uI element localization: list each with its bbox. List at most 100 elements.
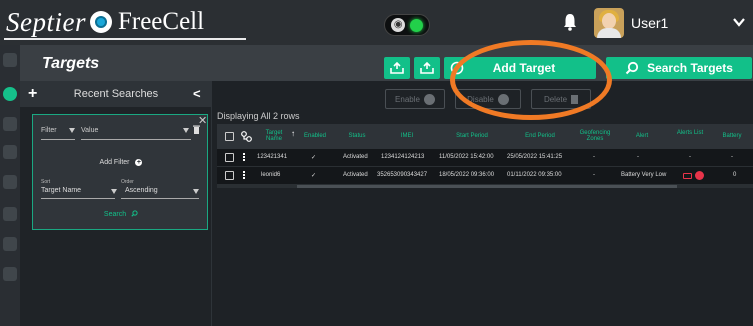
export-icon bbox=[420, 62, 434, 74]
settings-icon[interactable] bbox=[3, 237, 17, 251]
col-start-period[interactable]: Start Period bbox=[439, 133, 505, 139]
plus-circle-icon: + bbox=[135, 159, 143, 166]
col-imei[interactable]: IMEI bbox=[377, 133, 437, 139]
col-status[interactable]: Status bbox=[337, 133, 377, 139]
cell-target-name: leonid6 bbox=[261, 172, 281, 178]
col-target-name[interactable]: Target Name bbox=[261, 130, 287, 142]
cell-target-name: 123421341 bbox=[257, 154, 288, 160]
no-entry-icon[interactable] bbox=[695, 171, 704, 180]
order-label: Order bbox=[121, 179, 134, 185]
horizontal-scrollbar[interactable] bbox=[217, 185, 753, 188]
cell-status: Activated bbox=[343, 172, 368, 178]
search-targets-label: Search Targets bbox=[647, 61, 733, 75]
online-status-dot bbox=[409, 18, 423, 32]
import-icon bbox=[390, 62, 404, 74]
nav-icon-8[interactable] bbox=[3, 267, 17, 281]
battery-alert-icon bbox=[683, 173, 692, 179]
cell-geofencing-zones: - bbox=[593, 172, 595, 178]
row-count-text: Displaying All 2 rows bbox=[217, 111, 300, 121]
cell-enabled: ✓ bbox=[311, 155, 317, 161]
collapse-panel-chevron-icon[interactable]: < bbox=[193, 86, 201, 101]
cell-imei: 1234124124213 bbox=[381, 154, 425, 160]
row-menu-icon[interactable] bbox=[243, 153, 246, 162]
cell-alert: - bbox=[637, 154, 639, 160]
user-avatar[interactable] bbox=[594, 8, 624, 38]
username-label[interactable]: User1 bbox=[631, 15, 668, 31]
row-menu-icon[interactable] bbox=[243, 171, 246, 180]
nav-icon-5[interactable] bbox=[3, 175, 17, 189]
col-alerts-list[interactable]: Alerts List bbox=[675, 130, 705, 136]
targets-nav-icon[interactable] bbox=[3, 87, 17, 101]
table-row[interactable]: 123421341 ✓ Activated 1234124124213 11/0… bbox=[217, 149, 753, 167]
trash-icon[interactable] bbox=[193, 125, 200, 134]
cell-alerts-list: - bbox=[689, 154, 691, 160]
cell-geofencing-zones: - bbox=[593, 154, 595, 160]
recent-searches-header: + Recent Searches < bbox=[20, 81, 212, 107]
disable-label: Disable bbox=[467, 94, 494, 104]
chevron-down-icon[interactable] bbox=[733, 17, 745, 27]
delete-button[interactable]: Delete bbox=[531, 89, 591, 109]
col-battery[interactable]: Battery bbox=[713, 133, 751, 139]
nav-rail bbox=[0, 45, 20, 326]
trash-icon bbox=[571, 94, 579, 104]
table-row[interactable]: leonid6 ✓ Activated 352653090343427 18/0… bbox=[217, 167, 753, 185]
add-filter-label: Add Filter bbox=[99, 159, 130, 166]
cell-enabled: ✓ bbox=[311, 173, 317, 179]
col-enabled[interactable]: Enabled bbox=[297, 133, 333, 139]
enable-button[interactable]: Enable bbox=[385, 89, 445, 109]
cell-start-period: 11/05/2022 15:42:00 bbox=[439, 154, 494, 160]
sort-dropdown[interactable]: Target Name bbox=[41, 187, 81, 194]
recent-searches-title: Recent Searches bbox=[73, 88, 159, 100]
row-checkbox[interactable] bbox=[225, 171, 234, 180]
connection-status-toggle[interactable]: ◉ bbox=[384, 14, 430, 36]
app-logo[interactable]: Septier FreeCell bbox=[6, 6, 204, 38]
filter-dropdown[interactable]: Filter bbox=[41, 127, 57, 134]
targets-grid-area: Enable Disable Delete Displaying All 2 r… bbox=[213, 81, 753, 326]
disable-button[interactable]: Disable bbox=[455, 89, 521, 109]
col-geofencing-zones[interactable]: Geofencing Zones bbox=[575, 130, 615, 142]
search-label: Search bbox=[103, 211, 127, 218]
cell-battery: - bbox=[731, 154, 733, 160]
value-input[interactable]: Value bbox=[81, 127, 98, 134]
export-button[interactable] bbox=[414, 57, 440, 79]
enable-label: Enable bbox=[395, 94, 420, 104]
x-circle-icon bbox=[497, 93, 509, 105]
nav-icon-4[interactable] bbox=[3, 145, 17, 159]
bell-icon[interactable] bbox=[563, 13, 577, 31]
table-header: Target Name ↑ Enabled Status IMEI Start … bbox=[217, 124, 753, 149]
globe-icon: ◉ bbox=[391, 18, 406, 32]
col-end-period[interactable]: End Period bbox=[507, 133, 573, 139]
select-all-checkbox[interactable] bbox=[225, 132, 234, 141]
nav-icon-6[interactable] bbox=[3, 207, 17, 221]
dashboard-icon[interactable] bbox=[3, 53, 17, 67]
order-chevron-down-icon bbox=[193, 189, 199, 194]
row-checkbox[interactable] bbox=[225, 153, 234, 162]
scrollbar-thumb[interactable] bbox=[297, 185, 677, 188]
logo-text-freecell: FreeCell bbox=[117, 8, 205, 35]
cell-start-period: 18/05/2022 09:36:00 bbox=[439, 172, 495, 178]
sort-arrow-up-icon[interactable]: ↑ bbox=[289, 130, 297, 138]
value-chevron-down-icon bbox=[183, 128, 189, 133]
nav-icon-3[interactable] bbox=[3, 117, 17, 131]
import-button[interactable] bbox=[384, 57, 410, 79]
col-alert[interactable]: Alert bbox=[617, 133, 667, 139]
sort-chevron-down-icon bbox=[111, 189, 117, 194]
search-small-icon bbox=[131, 210, 138, 217]
hierarchy-icon[interactable] bbox=[241, 131, 252, 142]
filter-chevron-down-icon bbox=[69, 128, 75, 133]
page-title-bar: Targets Add Target Search Targets bbox=[20, 45, 753, 81]
add-target-button[interactable]: Add Target bbox=[444, 57, 596, 79]
add-target-label: Add Target bbox=[492, 61, 556, 75]
search-icon bbox=[625, 61, 639, 75]
order-dropdown[interactable]: Ascending bbox=[125, 187, 158, 194]
cell-battery: 0 bbox=[733, 172, 737, 178]
cell-end-period: 25/05/2022 15:41:25 bbox=[507, 154, 563, 160]
search-button[interactable]: Search bbox=[33, 210, 209, 218]
cell-alert: Battery Very Low bbox=[621, 172, 667, 178]
search-targets-button[interactable]: Search Targets bbox=[606, 57, 752, 79]
cell-end-period: 01/11/2022 09:35:00 bbox=[507, 172, 562, 178]
eye-logo-icon bbox=[89, 11, 112, 33]
logo-underline bbox=[4, 38, 246, 40]
search-filter-box: ✕ Filter Value Add Filter + Sort Order T… bbox=[32, 114, 208, 230]
add-filter-button[interactable]: Add Filter + bbox=[33, 159, 209, 166]
